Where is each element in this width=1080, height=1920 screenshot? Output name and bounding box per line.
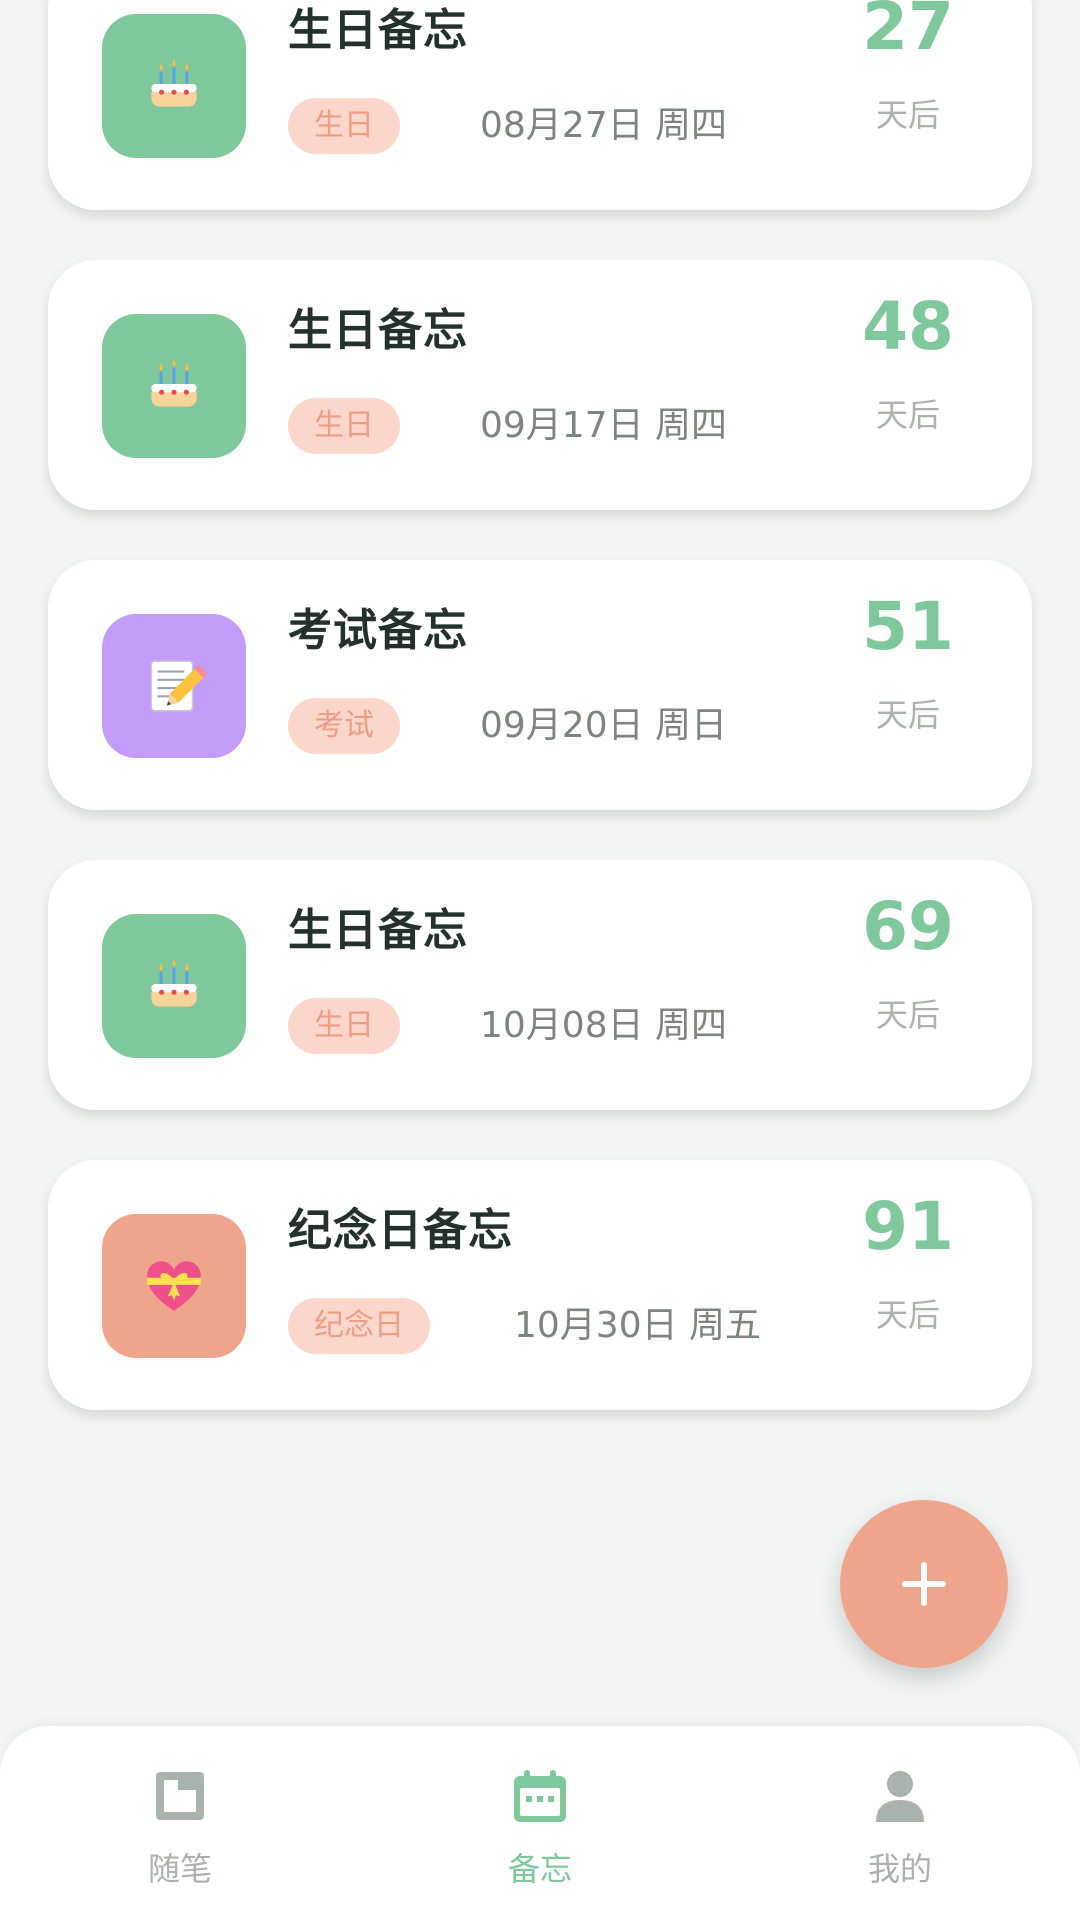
days-count: 69 <box>862 888 954 965</box>
days-unit: 天后 <box>875 996 940 1034</box>
icon-tile <box>102 314 246 458</box>
icon-tile <box>102 914 246 1058</box>
memo-title: 生日备忘 <box>288 305 468 356</box>
nav-item-profile[interactable]: 我的 <box>780 1726 1020 1920</box>
days-count: 27 <box>862 0 954 65</box>
person-icon <box>876 1771 924 1822</box>
nav-label: 随笔 <box>147 1850 212 1888</box>
birthday-cake-icon <box>151 959 197 1007</box>
nav-label: 我的 <box>867 1850 932 1888</box>
category-tag: 生日 <box>288 98 400 154</box>
memo-card[interactable]: 考试备忘 考试 09月20日 周日 51 天后 <box>48 560 1032 810</box>
days-unit: 天后 <box>875 96 940 134</box>
category-tag: 生日 <box>288 398 400 454</box>
birthday-cake-icon <box>151 359 197 407</box>
days-unit: 天后 <box>875 696 940 734</box>
days-count: 51 <box>862 588 954 665</box>
add-memo-button[interactable] <box>840 1500 1008 1668</box>
gift-heart-icon <box>147 1261 201 1311</box>
memo-title: 纪念日备忘 <box>288 1205 513 1256</box>
memo-date: 09月20日 周日 <box>480 705 728 746</box>
birthday-cake-icon <box>151 59 197 107</box>
icon-tile <box>102 14 246 158</box>
memo-title: 生日备忘 <box>288 905 468 956</box>
days-unit: 天后 <box>875 1296 940 1334</box>
category-tag: 考试 <box>288 698 400 754</box>
category-tag: 生日 <box>288 998 400 1054</box>
bottom-navigation: 随笔 备忘 我的 <box>0 1726 1080 1920</box>
nav-item-notes[interactable]: 随笔 <box>60 1726 300 1920</box>
memo-title: 考试备忘 <box>288 605 468 656</box>
calendar-icon <box>514 1770 566 1822</box>
days-unit: 天后 <box>875 396 940 434</box>
icon-tile <box>102 1214 246 1358</box>
memo-date: 10月08日 周四 <box>480 1005 728 1046</box>
memo-title: 生日备忘 <box>288 5 468 56</box>
plus-icon <box>902 1562 946 1606</box>
days-count: 91 <box>862 1188 954 1265</box>
category-tag: 纪念日 <box>288 1298 430 1354</box>
nav-item-memo[interactable]: 备忘 <box>420 1726 660 1920</box>
icon-tile <box>102 614 246 758</box>
memo-date: 09月17日 周四 <box>480 405 728 446</box>
days-count: 48 <box>862 288 954 365</box>
memo-card[interactable]: 生日备忘 生日 10月08日 周四 69 天后 <box>48 860 1032 1110</box>
notebook-icon <box>156 1772 204 1820</box>
memo-pencil-icon <box>150 660 207 712</box>
memo-date: 10月30日 周五 <box>514 1305 762 1346</box>
nav-label: 备忘 <box>507 1850 572 1888</box>
memo-card[interactable]: 纪念日备忘 纪念日 10月30日 周五 91 天后 <box>48 1160 1032 1410</box>
memo-date: 08月27日 周四 <box>480 105 728 146</box>
memo-card[interactable]: 生日备忘 生日 08月27日 周四 27 天后 <box>48 0 1032 210</box>
memo-card[interactable]: 生日备忘 生日 09月17日 周四 48 天后 <box>48 260 1032 510</box>
